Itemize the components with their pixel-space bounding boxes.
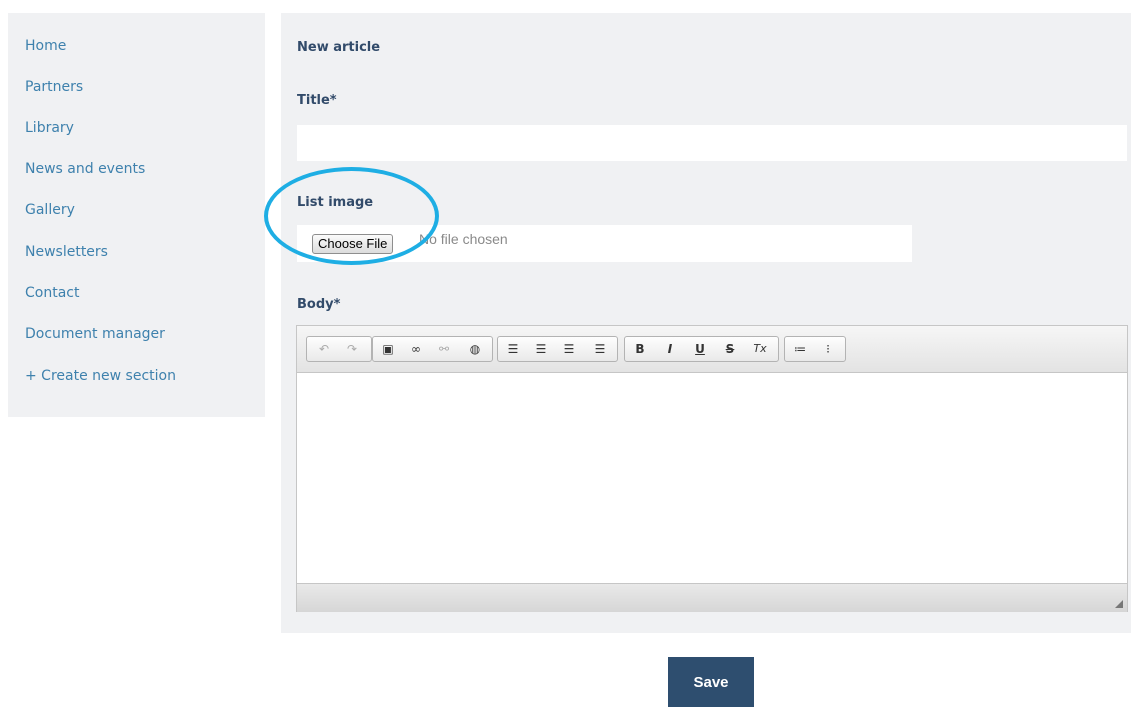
bulleted-list-icon[interactable]: ⁝: [817, 337, 839, 361]
anchor-icon[interactable]: ◍: [464, 337, 486, 361]
sidebar: Home Partners Library News and events Ga…: [8, 13, 265, 417]
underline-icon[interactable]: U: [689, 337, 711, 361]
align-left-icon[interactable]: ☰: [502, 337, 524, 361]
remove-format-icon[interactable]: Tx: [749, 337, 771, 361]
body-content-area[interactable]: [297, 373, 1127, 583]
page-title: New article: [297, 40, 381, 55]
title-label: Title*: [297, 93, 337, 108]
align-center-icon[interactable]: ☰: [530, 337, 552, 361]
sidebar-item-document-manager[interactable]: Document manager: [25, 326, 165, 342]
insert-group: ▣ ∞ ⚯ ◍: [372, 336, 493, 362]
resize-handle-icon[interactable]: [1115, 600, 1123, 608]
save-button[interactable]: Save: [668, 657, 754, 707]
list-group: ≔ ⁝: [784, 336, 846, 362]
sidebar-item-library[interactable]: Library: [25, 120, 74, 136]
body-editor: ↶ ↷ ▣ ∞ ⚯ ◍ ☰ ☰ ☰ ☰ B I U S Tx ≔ ⁝: [296, 325, 1128, 612]
undo-icon[interactable]: ↶: [313, 337, 335, 361]
align-group: ☰ ☰ ☰ ☰: [497, 336, 618, 362]
body-label: Body*: [297, 297, 341, 312]
align-right-icon[interactable]: ☰: [558, 337, 580, 361]
numbered-list-icon[interactable]: ≔: [789, 337, 811, 361]
editor-status-bar: [297, 583, 1127, 612]
image-icon[interactable]: ▣: [377, 337, 399, 361]
bold-icon[interactable]: B: [629, 337, 651, 361]
create-new-section-link[interactable]: + Create new section: [25, 368, 176, 384]
sidebar-item-gallery[interactable]: Gallery: [25, 202, 75, 218]
sidebar-item-partners[interactable]: Partners: [25, 79, 83, 95]
italic-icon[interactable]: I: [659, 337, 681, 361]
link-icon[interactable]: ∞: [405, 337, 427, 361]
sidebar-item-home[interactable]: Home: [25, 38, 66, 54]
text-style-group: B I U S Tx: [624, 336, 779, 362]
sidebar-item-contact[interactable]: Contact: [25, 285, 79, 301]
choose-file-button[interactable]: Choose File: [312, 234, 394, 254]
list-image-label: List image: [297, 195, 374, 210]
unlink-icon[interactable]: ⚯: [433, 337, 455, 361]
editor-toolbar: ↶ ↷ ▣ ∞ ⚯ ◍ ☰ ☰ ☰ ☰ B I U S Tx ≔ ⁝: [297, 326, 1127, 373]
redo-icon[interactable]: ↷: [341, 337, 363, 361]
file-input-row: Choose File No file chosen: [297, 225, 912, 262]
title-input[interactable]: [297, 125, 1127, 161]
no-file-chosen-text: No file chosen: [419, 231, 508, 247]
history-group: ↶ ↷: [306, 336, 372, 362]
sidebar-item-newsletters[interactable]: Newsletters: [25, 244, 108, 260]
strikethrough-icon[interactable]: S: [719, 337, 741, 361]
sidebar-item-news-and-events[interactable]: News and events: [25, 161, 145, 177]
align-justify-icon[interactable]: ☰: [589, 337, 611, 361]
